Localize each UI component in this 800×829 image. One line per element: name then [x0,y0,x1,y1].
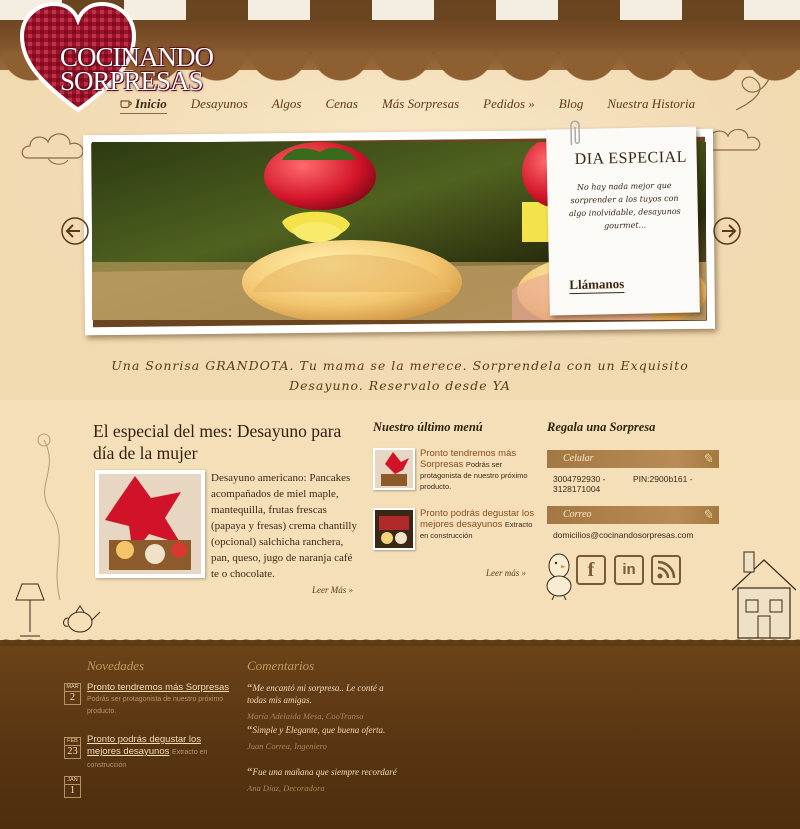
comment: “Fue una mañana que siempre recordaré An… [247,766,397,794]
date-day: 2 [65,691,80,704]
nav-label: Inicio [135,96,167,111]
nav-item-nuestra-historia[interactable]: Nuestra Historia [607,96,695,114]
month-special-photo [95,470,205,578]
nav-item-pedidos[interactable]: Pedidos » [483,96,535,114]
menu-thumb[interactable] [373,448,415,490]
email-bar-label: Correo [563,509,592,520]
date-month: JAN [67,777,78,783]
special-day-title: DIA ESPECIAL [574,148,688,168]
call-us-link[interactable]: Llámanos [569,275,625,295]
coffee-cup-icon [120,100,132,108]
date-badge: JAN 1 [64,776,81,798]
date-month: MAR [66,684,79,690]
double-chevron-icon: » [348,585,354,595]
comment-text: Me encantó mi sorpresa.. Le conté a toda… [247,683,384,705]
special-day-card: DIA ESPECIAL No hay nada mejor que sorpr… [546,120,700,316]
news-item-link[interactable]: Pronto tendremos más Sorpresas [87,682,229,693]
phone-numbers: 3004792930 - 3128171004 [553,474,606,494]
nav-item-cenas[interactable]: Cenas [325,96,358,114]
rss-icon[interactable] [651,555,681,585]
house-doodle [731,551,797,639]
comment-author: Ana Díaz, Decoradora [247,783,325,793]
date-badge: MAR 2 [64,683,81,705]
date-month: FEB [67,738,78,744]
comment: “Simple y Elegante, que buena oferta. Ju… [247,724,397,752]
menu-item-text: Pronto podrás degustar los mejores desay… [420,508,540,541]
tagline: Una Sonrisa GRANDOTA. Tu mama se la mere… [111,358,689,393]
footer-news-title: Novedades [87,658,145,673]
slider-prev-arrow-icon[interactable] [60,216,90,246]
comment-text: Fue una mañana que siempre recordaré [252,767,397,777]
double-chevron-icon: » [521,568,527,578]
menu-thumb[interactable] [373,508,415,550]
month-special-more-link[interactable]: Leer Más » [312,585,353,595]
vine-doodle [37,433,61,600]
menu-item: Pronto tendremos más Sorpresas Podrás se… [373,448,538,492]
latest-menu-more-link[interactable]: Leer más » [486,568,526,578]
phone-bar: Celular ✎ [547,450,719,468]
facebook-icon[interactable]: f [576,555,606,585]
ornament-icon: ✎ [702,451,713,466]
nav-item-blog[interactable]: Blog [559,96,584,114]
gift-title: Regala una Sorpresa [547,420,656,434]
email-address[interactable]: domicilios@cocinandosorpresas.com [553,530,693,540]
month-special-description: Desayuno americano: Pancakes acompañados… [211,472,357,580]
comment-author: Juan Correa, Ingeniero [247,741,327,751]
comment: “Me encantó mi sorpresa.. Le conté a tod… [247,682,397,722]
facebook-glyph: f [587,559,595,581]
comment-text: Simple y Elegante, que buena oferta. [252,725,386,735]
ornament-icon: ✎ [702,507,713,522]
chick-doodle [546,553,572,600]
main-nav: Inicio Desayunos Algos Cenas Más Sorpres… [120,96,719,114]
nav-item-desayunos[interactable]: Desayunos [191,96,248,114]
bb-pin: PIN:2900b161 - [633,474,693,484]
latest-menu-section: Nuestro último menú Pronto tendremos más… [373,420,538,578]
month-special-section: El especial del mes: Desayuno para día d… [93,420,363,595]
news-item: Pronto podrás degustar los mejores desay… [87,734,237,772]
brand-line-2: Sorpresas [60,66,204,96]
special-day-text: No hay nada mejor que sorprender a los t… [568,180,681,231]
more-label: Leer más [486,568,520,578]
more-label: Leer Más [312,585,347,595]
linkedin-glyph: in [622,561,636,578]
phone-bar-label: Celular [563,453,594,464]
date-day: 23 [65,745,80,758]
linkedin-icon[interactable]: in [614,555,644,585]
menu-item: Pronto podrás degustar los mejores desay… [373,508,538,552]
footer-comments-section: Comentarios “Me encantó mi sorpresa.. Le… [247,658,397,793]
nav-item-algos[interactable]: Algos [272,96,302,114]
footer-news-section: Novedades MAR 2 Pronto tendremos más Sor… [64,658,234,798]
comment-author: María Adelaida Mesa, CooTransa [247,711,364,721]
menu-item-text: Pronto tendremos más Sorpresas Podrás se… [420,448,540,492]
nav-item-mas-sorpresas[interactable]: Más Sorpresas [382,96,459,114]
paperclip-icon [570,120,581,146]
news-item: Pronto tendremos más Sorpresas Podrás se… [87,682,237,718]
slider-next-arrow-icon[interactable] [712,216,742,246]
month-special-title: El especial del mes: Desayuno para día d… [93,421,342,463]
latest-menu-title: Nuestro último menú [373,420,483,434]
nav-item-inicio[interactable]: Inicio [120,96,167,114]
email-bar: Correo ✎ [547,506,719,524]
footer-comments-title: Comentarios [247,658,315,673]
date-badge: FEB 23 [64,737,81,759]
news-item-excerpt: Podrás ser protagonista de nuestro próxi… [87,696,224,715]
date-day: 1 [65,784,80,797]
gift-section: Regala una Sorpresa Celular ✎ 3004792930… [547,420,722,540]
swirl-doodle [735,75,771,111]
